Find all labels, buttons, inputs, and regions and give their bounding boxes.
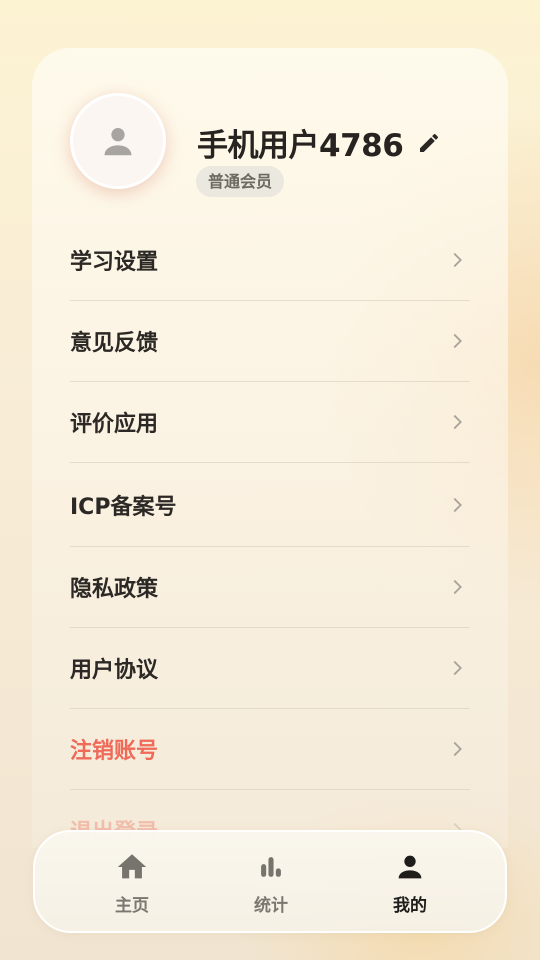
menu-item-label: 学习设置 xyxy=(70,250,159,275)
settings-menu: 学习设置 意见反馈 评价应用 ICP备案号 隐私政策 用户协议 注销账号 退出 xyxy=(70,220,470,848)
chevron-right-icon xyxy=(453,579,462,595)
username-row: 手机用户4786 xyxy=(197,120,441,165)
bottom-tab-bar: 主页 统计 我的 xyxy=(33,830,507,933)
tab-label: 我的 xyxy=(393,896,427,916)
menu-item-rate-app[interactable]: 评价应用 xyxy=(70,382,470,463)
chevron-right-icon xyxy=(453,741,462,757)
username: 手机用户4786 xyxy=(197,128,404,164)
menu-item-label: 评价应用 xyxy=(70,412,159,437)
tab-statistics[interactable]: 统计 xyxy=(211,850,331,920)
menu-item-label: ICP备案号 xyxy=(70,494,177,520)
person-icon xyxy=(398,855,422,879)
edit-pencil-icon[interactable] xyxy=(417,131,441,155)
chevron-right-icon xyxy=(453,414,462,430)
chevron-right-icon xyxy=(453,252,462,268)
menu-item-label: 意见反馈 xyxy=(70,331,159,356)
menu-item-delete-account[interactable]: 注销账号 xyxy=(70,709,470,790)
profile-card: 手机用户4786 普通会员 学习设置 意见反馈 评价应用 ICP备案号 隐私政策… xyxy=(32,48,508,848)
bar-chart-icon xyxy=(261,857,281,877)
tab-label: 统计 xyxy=(254,896,288,916)
menu-item-label: 用户协议 xyxy=(70,658,159,683)
menu-item-user-agreement[interactable]: 用户协议 xyxy=(70,628,470,709)
avatar[interactable] xyxy=(70,93,166,189)
chevron-right-icon xyxy=(453,333,462,349)
tab-mine[interactable]: 我的 xyxy=(350,850,470,920)
tab-home[interactable]: 主页 xyxy=(72,850,192,920)
menu-item-label: 隐私政策 xyxy=(70,577,159,602)
home-icon xyxy=(117,854,147,879)
menu-item-icp[interactable]: ICP备案号 xyxy=(70,463,470,547)
chevron-right-icon xyxy=(453,660,462,676)
chevron-right-icon xyxy=(453,497,462,512)
menu-item-privacy-policy[interactable]: 隐私政策 xyxy=(70,547,470,628)
menu-item-feedback[interactable]: 意见反馈 xyxy=(70,301,470,382)
menu-item-label: 注销账号 xyxy=(70,739,159,764)
menu-item-learning-settings[interactable]: 学习设置 xyxy=(70,220,470,301)
person-icon xyxy=(104,128,132,156)
tab-label: 主页 xyxy=(115,896,149,916)
member-badge: 普通会员 xyxy=(196,166,285,197)
